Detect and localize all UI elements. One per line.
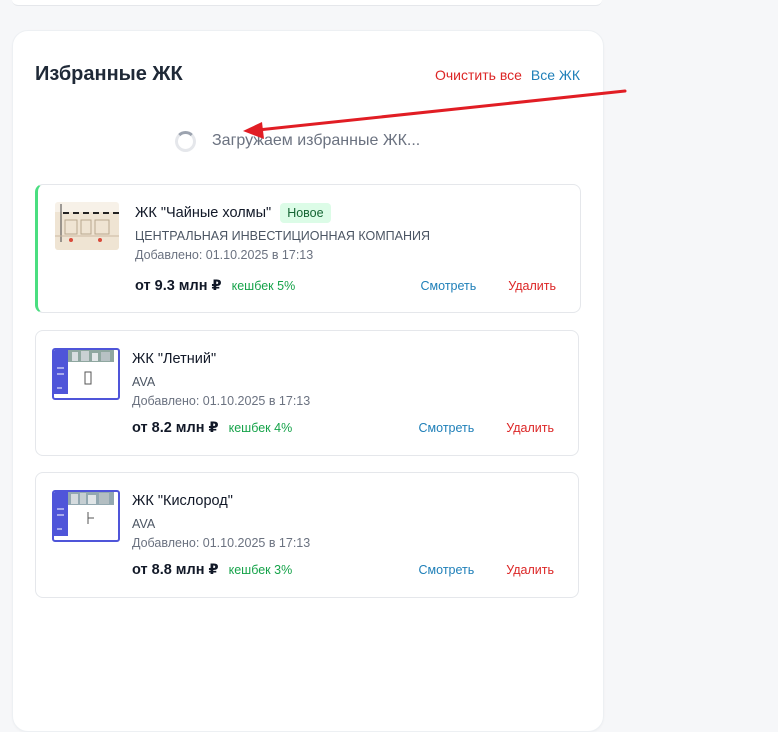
new-badge: Новое	[280, 203, 331, 223]
all-complexes-link[interactable]: Все ЖК	[531, 67, 580, 83]
view-button[interactable]: Смотреть	[421, 279, 477, 293]
favorite-card-letniy: ЖК "Летний" AVA Добавлено: 01.10.2025 в …	[35, 330, 579, 456]
card-footer: от 9.3 млн ₽ кешбек 5% Смотреть Удалить	[135, 276, 556, 296]
complex-name[interactable]: ЖК "Кислород"	[132, 493, 233, 509]
clear-all-button[interactable]: Очистить все	[435, 67, 522, 83]
favorite-card-chainye-kholmy: ЖК "Чайные холмы" Новое ЦЕНТРАЛЬНАЯ ИНВЕ…	[35, 184, 581, 313]
added-date: Добавлено: 01.10.2025 в 17:13	[132, 536, 311, 550]
price: от 8.2 млн ₽	[132, 420, 219, 436]
loading-text: Загружаем избранные ЖК...	[212, 132, 421, 149]
added-date: Добавлено: 01.10.2025 в 17:13	[135, 248, 314, 262]
complex-name[interactable]: ЖК "Летний"	[132, 351, 216, 367]
price: от 8.8 млн ₽	[132, 562, 219, 578]
complex-thumbnail[interactable]	[52, 490, 120, 542]
developer-name: AVA	[132, 517, 156, 531]
favorites-header: Избранные ЖК Очистить все Все ЖК	[35, 63, 580, 87]
added-date: Добавлено: 01.10.2025 в 17:13	[132, 394, 311, 408]
cashback: кешбек 5%	[231, 279, 296, 293]
card-footer: от 8.8 млн ₽ кешбек 3% Смотреть Удалить	[132, 560, 554, 580]
price: от 9.3 млн ₽	[135, 278, 222, 294]
favorites-title: Избранные ЖК	[35, 63, 183, 85]
delete-button[interactable]: Удалить	[508, 279, 556, 293]
complex-name[interactable]: ЖК "Чайные холмы"	[135, 205, 271, 221]
cashback: кешбек 3%	[228, 563, 293, 577]
card-info: ЖК "Чайные холмы" Новое ЦЕНТРАЛЬНАЯ ИНВЕ…	[135, 201, 568, 262]
view-button[interactable]: Смотреть	[419, 563, 475, 577]
spinner-icon	[175, 130, 196, 152]
developer-name: ЦЕНТРАЛЬНАЯ ИНВЕСТИЦИОННАЯ КОМПАНИЯ	[135, 229, 431, 243]
favorites-panel: Избранные ЖК Очистить все Все ЖК Загружа…	[12, 30, 604, 732]
complex-thumbnail[interactable]	[55, 202, 119, 250]
complex-thumbnail[interactable]	[52, 348, 120, 400]
delete-button[interactable]: Удалить	[506, 563, 554, 577]
delete-button[interactable]: Удалить	[506, 421, 554, 435]
header-actions: Очистить все Все ЖК	[435, 67, 580, 83]
favorite-card-kislorod: ЖК "Кислород" AVA Добавлено: 01.10.2025 …	[35, 472, 579, 598]
card-info: ЖК "Летний" AVA Добавлено: 01.10.2025 в …	[132, 347, 566, 408]
card-footer: от 8.2 млн ₽ кешбек 4% Смотреть Удалить	[132, 418, 554, 438]
view-button[interactable]: Смотреть	[419, 421, 475, 435]
card-info: ЖК "Кислород" AVA Добавлено: 01.10.2025 …	[132, 489, 566, 550]
cashback: кешбек 4%	[228, 421, 293, 435]
top-bar-edge	[12, 0, 602, 6]
loading-indicator: Загружаем избранные ЖК...	[175, 129, 420, 153]
developer-name: AVA	[132, 375, 156, 389]
